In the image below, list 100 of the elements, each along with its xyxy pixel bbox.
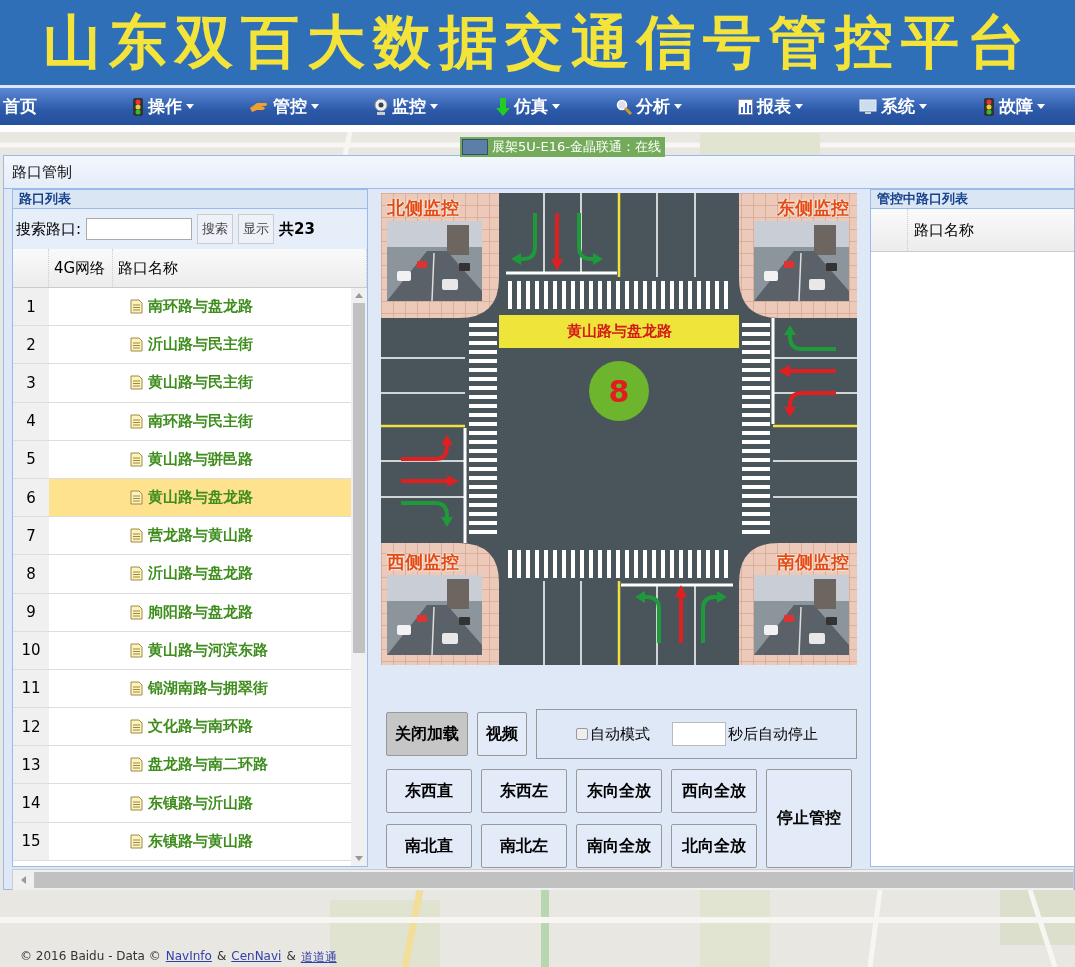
table-row[interactable]: 3 黄山路与民主街 <box>13 364 351 403</box>
scroll-thumb[interactable] <box>34 872 1073 888</box>
panel-title: 管控中路口列表 <box>877 191 968 206</box>
menu-item[interactable]: 报表 <box>710 95 832 118</box>
row-number: 6 <box>13 478 49 517</box>
intersection-name: 锦湖南路与拥翠街 <box>148 678 268 698</box>
menu-item[interactable]: 首页 <box>0 95 62 118</box>
intersection-name: 朐阳路与盘龙路 <box>148 602 253 622</box>
copyright-link[interactable]: NavInfo <box>165 949 212 966</box>
road-name-banner: 黄山路与盘龙路 <box>499 315 739 348</box>
document-icon <box>130 451 143 467</box>
table-row[interactable]: 8 沂山路与盘龙路 <box>13 555 351 594</box>
traffic-light-icon <box>131 97 144 116</box>
seconds-field[interactable] <box>671 722 726 746</box>
intersection-name: 盘龙路与南二环路 <box>148 755 268 775</box>
row-number: 8 <box>13 555 49 593</box>
phase-button[interactable]: 南向全放 <box>576 824 662 868</box>
row-number: 1 <box>13 288 49 326</box>
control-button[interactable]: 视频 <box>477 712 527 756</box>
table-row[interactable]: 15 东镇路与黄山路 <box>13 822 351 861</box>
menu-item[interactable]: 监控 <box>345 95 467 118</box>
table-row[interactable]: 9 朐阳路与盘龙路 <box>13 593 351 632</box>
copyright-text: © 2016 Baidu - Data © <box>20 949 161 965</box>
intersection-name: 南环路与民主街 <box>148 411 253 431</box>
document-icon <box>130 604 143 620</box>
intersection-name: 南环路与盘龙路 <box>148 297 253 317</box>
copyright-link[interactable]: 道道通 <box>300 949 337 966</box>
monitor-icon <box>858 98 877 115</box>
table-row[interactable]: 13 盘龙路与南二环路 <box>13 746 351 785</box>
table-row[interactable]: 14 东镇路与沂山路 <box>13 784 351 823</box>
phase-button[interactable]: 南北直 <box>386 824 472 868</box>
table-row[interactable]: 1 南环路与盘龙路 <box>13 288 351 327</box>
phase-button[interactable]: 北向全放 <box>671 824 757 868</box>
table-row[interactable]: 11 锦湖南路与拥翠街 <box>13 669 351 709</box>
caret-icon <box>1037 104 1046 109</box>
copyright-text: & <box>216 949 227 965</box>
intersection-name: 沂山路与民主街 <box>148 335 253 355</box>
phase-button[interactable]: 南北左 <box>481 824 567 868</box>
caret-icon <box>674 104 683 109</box>
table-row[interactable]: 2 沂山路与民主街 <box>13 326 351 365</box>
panel-title: 路口列表 <box>19 191 71 206</box>
caret-icon <box>918 104 927 109</box>
scroll-thumb[interactable] <box>353 303 365 653</box>
camera-label: 北侧监控 <box>387 197 460 219</box>
table-row[interactable]: 4 南环路与民主街 <box>13 402 351 441</box>
scroll-up-icon[interactable] <box>355 293 363 298</box>
menu-item[interactable]: 分析 <box>588 95 711 118</box>
search-button[interactable]: 搜索 <box>197 214 234 244</box>
traffic-light-icon <box>983 97 996 116</box>
document-icon <box>130 566 143 582</box>
table-row[interactable]: 6 黄山路与盘龙路 <box>13 478 351 518</box>
phase-button[interactable]: 东西直 <box>386 769 472 813</box>
scroll-down-icon[interactable] <box>355 856 363 861</box>
intersection-name: 黄山路与河滨东路 <box>148 640 268 660</box>
row-number: 9 <box>13 593 49 631</box>
table-row[interactable]: 12 文化路与南环路 <box>13 708 351 747</box>
document-icon <box>130 719 143 735</box>
table-row[interactable]: 5 黄山路与骈邑路 <box>13 440 351 479</box>
table-row[interactable]: 7 营龙路与黄山路 <box>13 517 351 556</box>
document-icon <box>130 528 143 544</box>
document-icon <box>130 833 143 849</box>
scroll-left-icon[interactable] <box>21 876 26 884</box>
down-arrow-icon <box>495 97 510 116</box>
auto-stop-label: 秒后自动停止 <box>727 724 818 744</box>
show-button[interactable]: 显示 <box>238 214 275 244</box>
phase-button[interactable]: 东向全放 <box>576 769 662 813</box>
phase-button[interactable]: 西向全放 <box>671 769 757 813</box>
menu-item[interactable]: 仿真 <box>466 95 589 118</box>
stop-control-button[interactable]: 停止管控 <box>766 769 852 868</box>
row-number: 7 <box>13 517 49 555</box>
total-count: 共23 <box>279 219 315 239</box>
search-field[interactable] <box>86 218 193 240</box>
row-number: 10 <box>13 631 49 669</box>
intersection-name: 营龙路与黄山路 <box>148 526 253 546</box>
auto-mode-label: 自动模式 <box>589 724 650 744</box>
intersection-name: 沂山路与盘龙路 <box>148 564 253 584</box>
table-row[interactable]: 10 黄山路与河滨东路 <box>13 631 351 670</box>
row-number: 5 <box>13 440 49 478</box>
caret-icon <box>185 104 194 109</box>
copyright-link[interactable]: CenNavi <box>231 949 282 966</box>
intersection-name: 东镇路与沂山路 <box>148 793 253 813</box>
document-icon <box>130 490 143 506</box>
column-header[interactable]: 4G网络 <box>49 249 113 287</box>
column-header[interactable]: 路口名称 <box>113 249 367 287</box>
document-icon <box>130 413 143 429</box>
document-icon <box>130 299 143 315</box>
scrollbar[interactable] <box>351 288 367 866</box>
row-number: 13 <box>13 746 49 784</box>
menu-item[interactable]: 操作 <box>101 95 224 118</box>
menu-item[interactable]: 管控 <box>223 95 346 118</box>
menu-item[interactable]: 系统 <box>831 95 954 118</box>
scrollbar[interactable] <box>12 869 1074 891</box>
control-button[interactable]: 关闭加载 <box>386 712 468 756</box>
phase-button[interactable]: 东西左 <box>481 769 567 813</box>
search-icon <box>616 98 633 115</box>
intersection-name: 黄山路与盘龙路 <box>148 488 253 508</box>
copyright-text: & <box>286 949 296 965</box>
menu-item[interactable]: 故障 <box>953 95 1075 118</box>
checkbox[interactable] <box>575 728 588 740</box>
document-icon <box>130 757 143 773</box>
